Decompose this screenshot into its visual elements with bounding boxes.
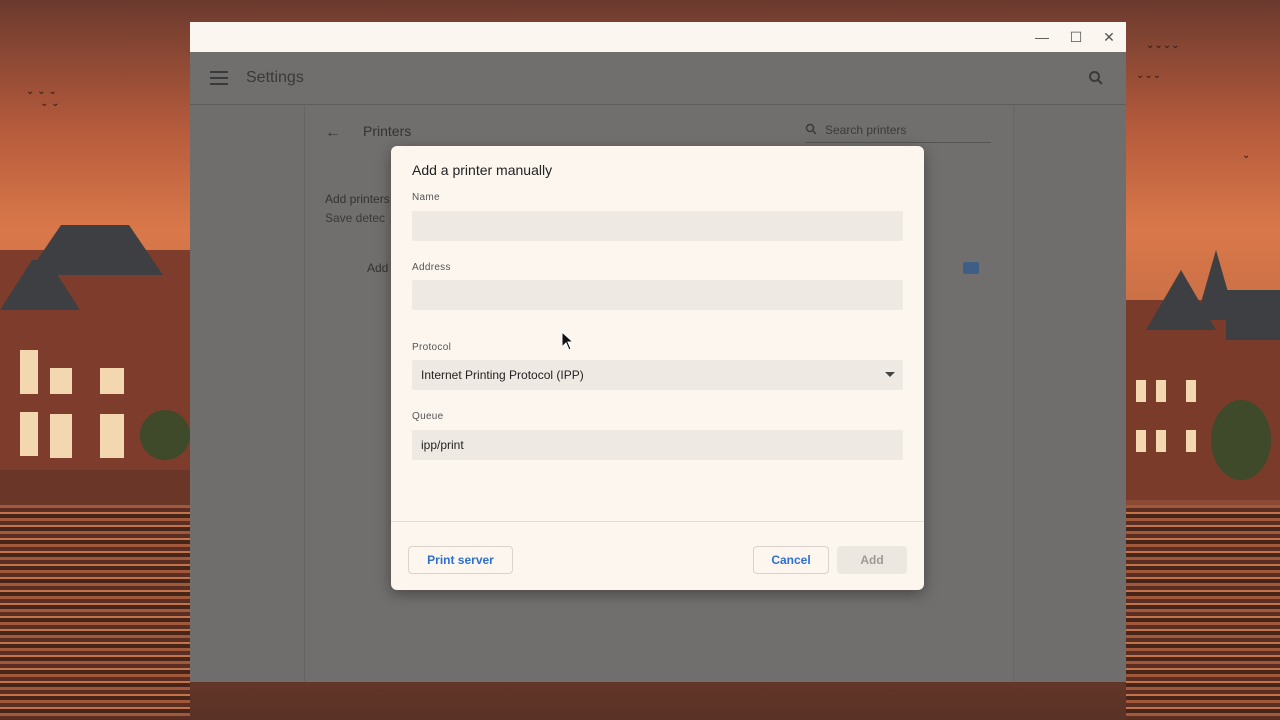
title-bar: — ☐ ✕ [190, 22, 1126, 52]
app-title: Settings [246, 69, 304, 86]
close-icon[interactable]: ✕ [1099, 28, 1119, 46]
cancel-button[interactable]: Cancel [753, 546, 829, 574]
protocol-label: Protocol [412, 342, 452, 353]
add-printer-dialog: Add a printer manually Name Address Prot… [391, 146, 924, 590]
page-title: Printers [363, 123, 412, 139]
print-server-button[interactable]: Print server [408, 546, 513, 574]
name-label: Name [412, 192, 440, 203]
search-icon [805, 123, 817, 135]
dialog-title: Add a printer manually [412, 162, 553, 178]
add-button[interactable]: Add [837, 546, 907, 574]
name-field[interactable] [412, 211, 903, 241]
search-icon[interactable] [1088, 70, 1104, 86]
wallpaper-right: ⌄⌄⌄⌄ ⌄⌄⌄ ⌄ [1126, 0, 1280, 720]
protocol-value: Internet Printing Protocol (IPP) [421, 368, 584, 382]
add-printer-row-label: Add [367, 261, 389, 275]
dropdown-caret-icon [885, 372, 895, 377]
printer-search-input[interactable]: Search printers [805, 120, 991, 143]
protocol-select[interactable]: Internet Printing Protocol (IPP) [412, 360, 903, 390]
back-arrow-icon[interactable]: ← [325, 124, 341, 142]
address-label: Address [412, 262, 451, 273]
maximize-icon[interactable]: ☐ [1066, 28, 1086, 46]
search-placeholder: Search printers [825, 123, 907, 137]
wallpaper-left: ⌄ ⌄ ⌄ ⌄ ⌄ [0, 0, 190, 720]
queue-value: ipp/print [421, 438, 464, 452]
queue-label: Queue [412, 411, 444, 422]
queue-field[interactable]: ipp/print [412, 430, 903, 460]
mouse-cursor-icon [561, 331, 575, 351]
dialog-divider [391, 521, 924, 522]
add-printers-heading: Add printers [325, 192, 390, 206]
app-header: Settings [190, 52, 1126, 105]
menu-icon[interactable] [210, 71, 228, 85]
add-printer-icon[interactable] [963, 262, 979, 274]
address-field[interactable] [412, 280, 903, 310]
save-detected-text: Save detec [325, 211, 386, 225]
minimize-icon[interactable]: — [1032, 28, 1052, 46]
